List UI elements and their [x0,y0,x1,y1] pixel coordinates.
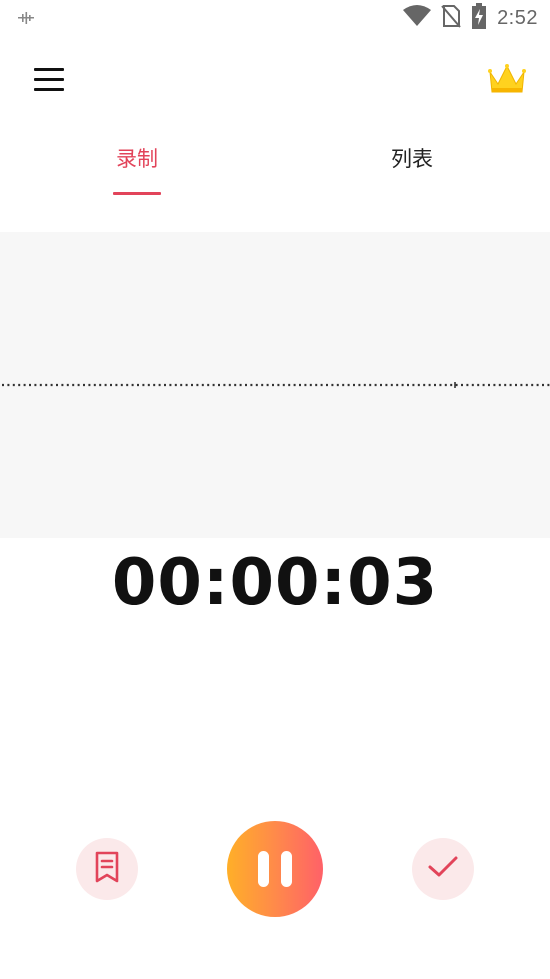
status-bar: 2:52 [0,0,550,38]
pause-icon [258,851,269,887]
checkmark-icon [427,854,459,884]
pause-icon-bar [281,851,292,887]
status-time: 2:52 [497,6,538,29]
tab-list[interactable]: 列表 [332,142,492,202]
crown-icon[interactable] [486,62,528,96]
tab-record[interactable]: 录制 [57,142,217,202]
pause-button[interactable] [227,821,323,917]
finish-button[interactable] [412,838,474,900]
waveform-panel [0,232,550,538]
signal-notification-icon [18,10,34,29]
battery-charging-icon [471,3,487,33]
no-sim-icon [441,4,461,32]
waveform-baseline [2,382,550,388]
bookmark-icon [93,851,121,887]
recording-timer: 00:00:03 [111,546,439,620]
tab-list-label: 列表 [391,147,433,171]
active-tab-indicator [113,192,161,195]
tab-record-label: 录制 [116,147,158,171]
wifi-icon [403,5,432,31]
bookmark-button[interactable] [76,838,138,900]
hamburger-menu-icon[interactable] [30,62,68,98]
